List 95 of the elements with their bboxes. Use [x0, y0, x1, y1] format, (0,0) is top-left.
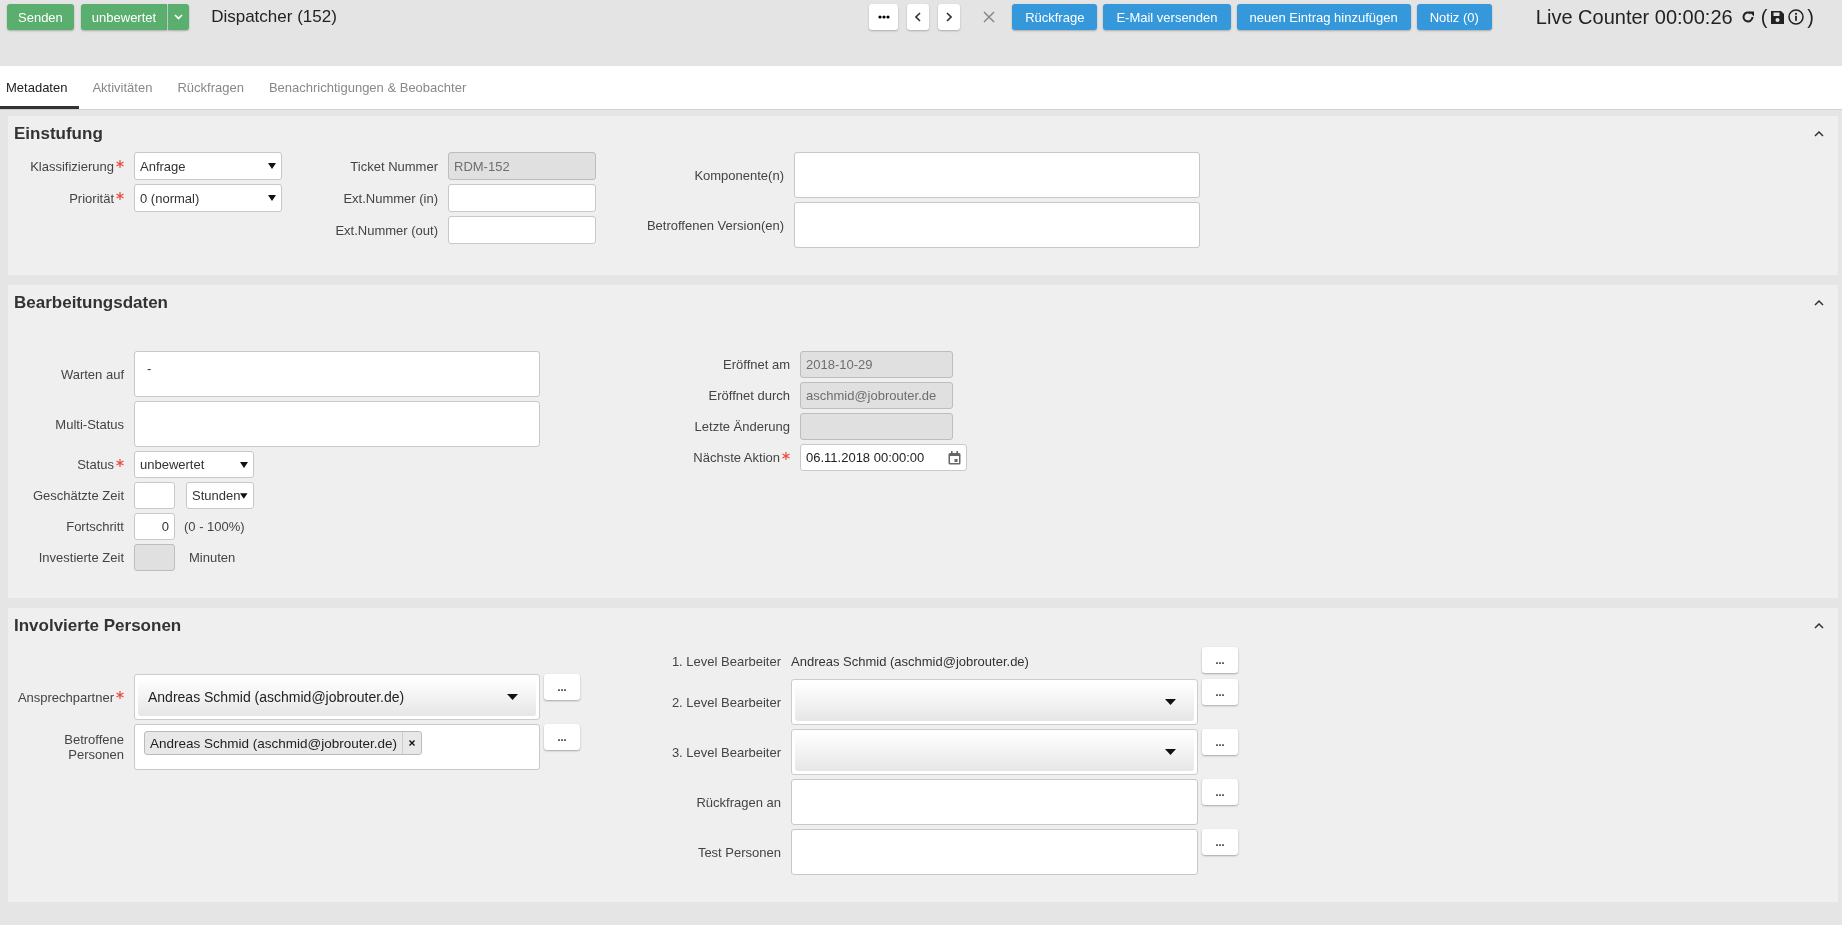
calendar-icon[interactable] — [948, 450, 961, 465]
field-label: 1. Level Bearbeiter — [671, 653, 781, 669]
chevron-up-icon[interactable] — [1814, 300, 1824, 306]
more-button[interactable]: ... — [1202, 647, 1238, 673]
field-label: Klassifizierung — [30, 158, 114, 174]
tab[interactable]: Aktivitäten — [86, 66, 165, 109]
field-label: Geschätzte Zeit — [32, 488, 124, 503]
caret-down-icon — [507, 694, 518, 700]
window-title: Dispatcher (152) — [211, 6, 337, 28]
field-label: Komponente(n) — [694, 167, 784, 183]
field-label: Investierte Zeit — [38, 550, 124, 565]
caret-down-icon — [240, 461, 248, 468]
assignee-name: Andreas Schmid (aschmid@jobrouter.de) — [791, 653, 1029, 669]
caret-down-icon — [1165, 749, 1176, 755]
field-label: 3. Level Bearbeiter — [671, 744, 781, 760]
info-icon[interactable] — [1788, 9, 1805, 25]
readonly-field: 2018-10-29 — [800, 351, 953, 378]
number-field[interactable]: 0 — [134, 513, 175, 540]
text-area[interactable] — [794, 152, 1200, 198]
tab[interactable]: Metadaten — [0, 66, 80, 109]
input-field[interactable] — [448, 184, 596, 212]
field-label: Eröffnet durch — [708, 388, 790, 403]
field-label: Letzte Änderung — [694, 419, 790, 434]
chevron-down-icon — [174, 14, 184, 20]
field-label: Eröffnet am — [723, 357, 790, 372]
field-label: Warten auf — [60, 366, 124, 382]
parenthesis: ( — [1760, 5, 1768, 29]
field-label: Nächste Aktion — [693, 450, 780, 465]
more-button[interactable]: ... — [1202, 679, 1238, 705]
field-label: Ticket Nummer — [350, 158, 438, 174]
input-field[interactable] — [134, 482, 175, 509]
more-button[interactable]: ... — [1202, 729, 1238, 755]
date-field[interactable]: 06.11.2018 00:00:00 — [800, 444, 967, 471]
section-header[interactable]: Bearbeitungsdaten — [8, 285, 1838, 321]
combo-box[interactable] — [791, 729, 1198, 775]
text-area[interactable] — [794, 202, 1200, 248]
section-header[interactable]: Einstufung — [8, 116, 1838, 152]
previous-button[interactable] — [907, 4, 930, 30]
select-field[interactable]: 0 (normal) — [134, 184, 282, 212]
caret-down-icon — [240, 492, 248, 499]
more-button[interactable]: ... — [1202, 829, 1238, 855]
more-button[interactable]: ... — [544, 724, 580, 750]
remove-icon[interactable] — [409, 740, 416, 746]
field-label: Rückfragen an — [696, 794, 781, 810]
combo-box[interactable]: Andreas Schmid (aschmid@jobrouter.de) — [134, 674, 540, 720]
parenthesis: ) — [1807, 5, 1814, 29]
text-area[interactable] — [791, 779, 1198, 825]
more-button[interactable] — [869, 4, 899, 30]
combo-box[interactable] — [791, 679, 1198, 725]
chevron-up-icon[interactable] — [1814, 623, 1824, 629]
range-hint: (0 - 100%) — [184, 519, 245, 534]
field-label: 2. Level Bearbeiter — [671, 694, 781, 710]
text-area[interactable] — [134, 401, 540, 447]
section-header[interactable]: Involvierte Personen — [8, 608, 1838, 644]
more-icon — [877, 15, 890, 19]
next-button[interactable] — [938, 4, 961, 30]
readonly-field — [134, 544, 175, 571]
save-icon[interactable] — [1770, 9, 1786, 25]
select-field[interactable]: Anfrage — [134, 152, 282, 180]
unit-select[interactable]: Stunden — [186, 482, 254, 509]
field-label: Multi-Status — [55, 416, 124, 432]
more-button[interactable]: ... — [1202, 779, 1238, 805]
section-title: Bearbeitungsdaten — [14, 293, 168, 313]
readonly-field: RDM-152 — [448, 152, 596, 180]
caret-down-icon — [268, 163, 276, 169]
tab[interactable]: Benachrichtigungen & Beobachter — [262, 66, 479, 109]
field-label: Ext.Nummer (out) — [335, 222, 438, 238]
field-label: Ext.Nummer (in) — [343, 190, 438, 206]
field-label: Ansprechpartner — [17, 689, 114, 705]
tab[interactable]: Rückfragen — [171, 66, 256, 109]
chevron-right-icon — [946, 12, 953, 22]
section-title: Einstufung — [14, 124, 103, 144]
caret-down-icon — [1165, 699, 1176, 705]
chevron-left-icon — [915, 12, 922, 22]
field-label: Betroffene Personen — [63, 732, 124, 762]
text-area[interactable] — [791, 829, 1198, 875]
field-label: Status — [77, 457, 114, 472]
select-field[interactable]: unbewertet — [134, 451, 254, 478]
field-label: Fortschritt — [66, 519, 124, 534]
dropdown-button[interactable] — [168, 4, 190, 30]
input-field[interactable] — [448, 216, 596, 244]
unit-label: Minuten — [189, 550, 236, 565]
caret-down-icon — [268, 195, 276, 201]
readonly-field: aschmid@jobrouter.de — [800, 382, 953, 409]
section-title: Involvierte Personen — [14, 616, 182, 636]
live-counter: Live Counter 00:00:26 — [1535, 5, 1733, 29]
field-label: Priorität — [69, 190, 114, 206]
tag-field[interactable]: Andreas Schmid (aschmid@jobrouter.de) — [134, 724, 540, 770]
field-label: Test Personen — [697, 844, 781, 860]
more-button[interactable]: ... — [544, 674, 580, 700]
close-icon[interactable] — [983, 11, 996, 23]
field-label: Betroffenen Version(en) — [646, 217, 784, 233]
refresh-icon[interactable] — [1740, 10, 1755, 24]
text-area[interactable]: - — [134, 351, 540, 397]
chevron-up-icon[interactable] — [1814, 131, 1824, 137]
